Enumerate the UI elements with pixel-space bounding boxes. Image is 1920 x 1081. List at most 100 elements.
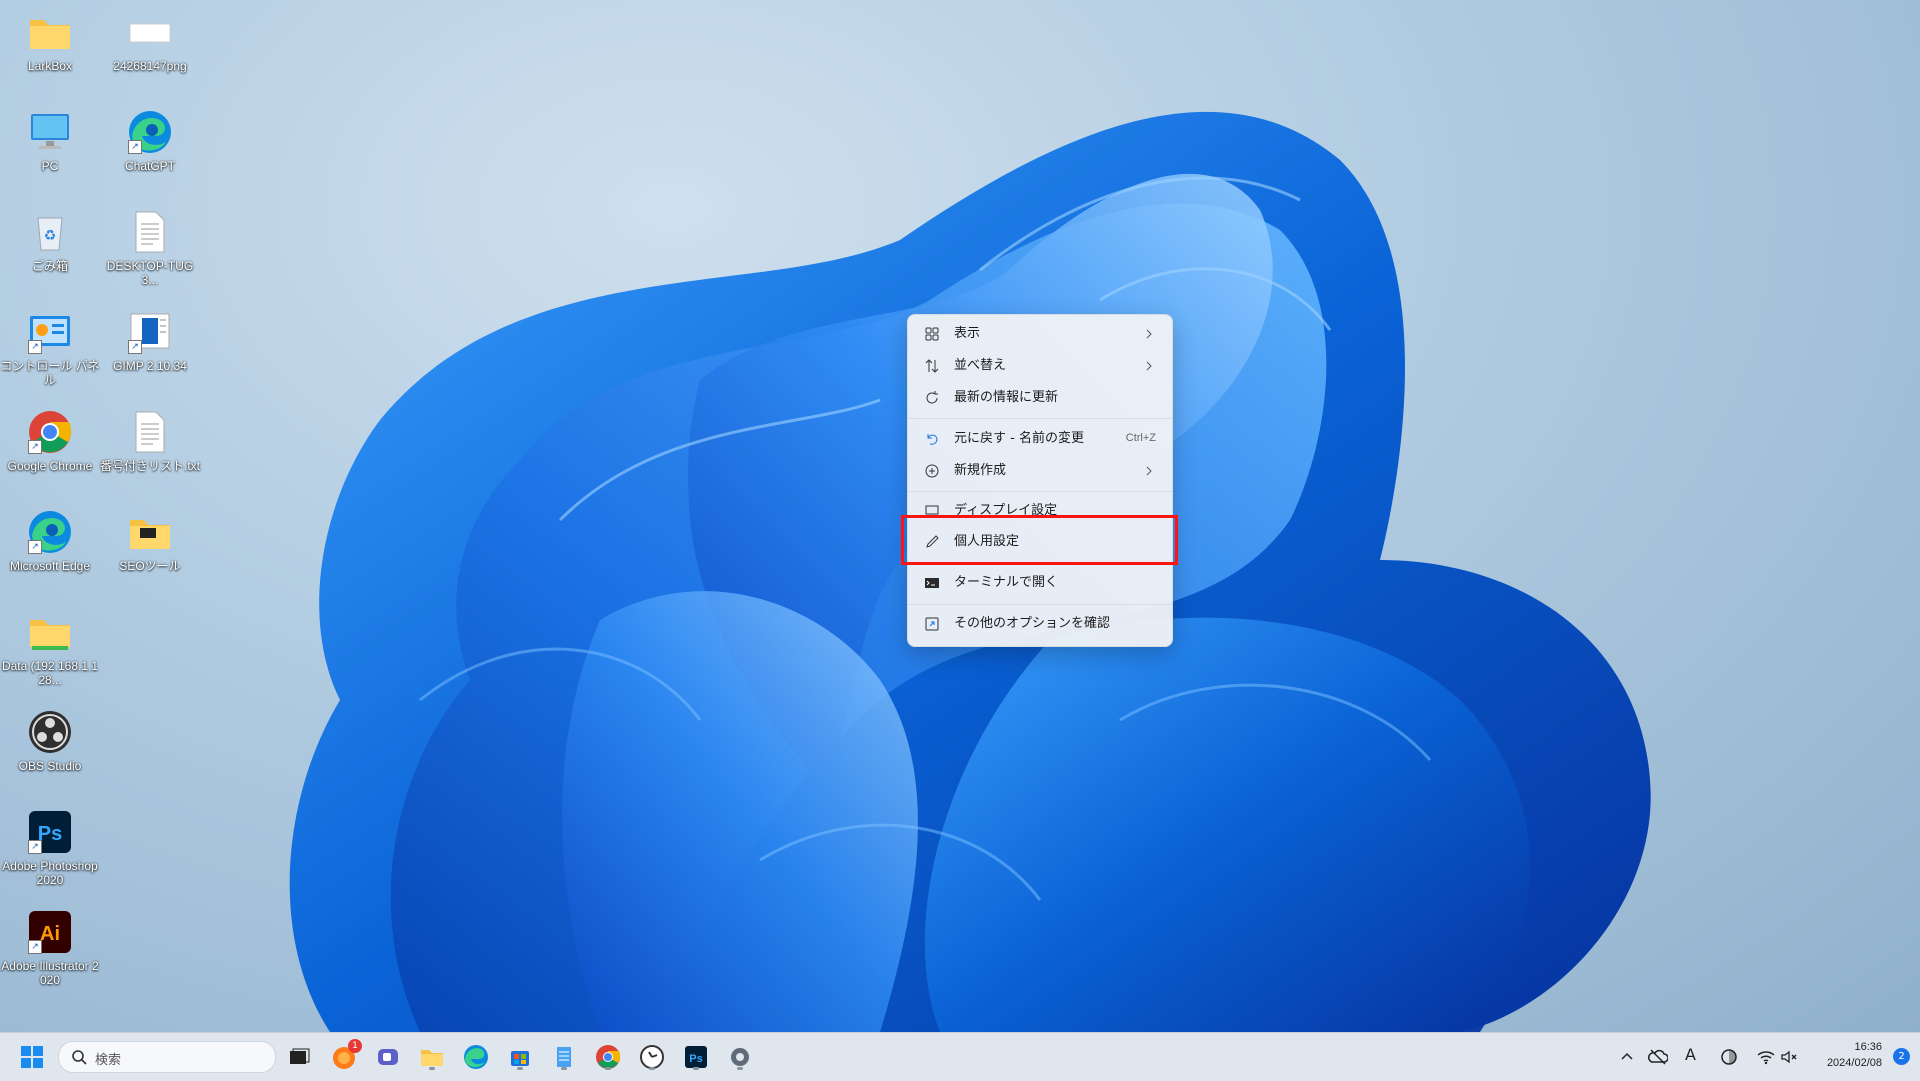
chevron-right-icon xyxy=(1146,329,1152,339)
desktop-icon-pc[interactable]: PC xyxy=(0,108,100,173)
shortcut-arrow-icon: ↗ xyxy=(128,340,142,354)
running-indicator xyxy=(737,1067,743,1070)
desktop-icon-label: DESKTOP-TUG3... xyxy=(106,259,194,287)
taskbar-search[interactable]: 検索 xyxy=(58,1041,276,1073)
edge-icon: ↗ xyxy=(126,108,174,156)
menu-item-label: ターミナルで開く xyxy=(954,575,1059,590)
more-options-icon xyxy=(925,617,939,631)
widgets-icon xyxy=(290,1048,310,1064)
desktop-icon-illustrator[interactable]: Ai ↗ Adobe Illustrator 2020 xyxy=(0,908,100,987)
desktop-icon-obs[interactable]: OBS Studio xyxy=(0,708,100,773)
desktop-icon-control-panel[interactable]: ↗ コントロール パネル xyxy=(0,308,100,387)
menu-item-open-terminal[interactable]: ターミナルで開く xyxy=(912,568,1168,598)
menu-separator xyxy=(908,418,1172,419)
taskbar-settings[interactable] xyxy=(724,1041,756,1073)
menu-item-label: 新規作成 xyxy=(954,463,1007,478)
desktop-icon-label: SEOツール xyxy=(119,559,181,573)
running-indicator xyxy=(693,1067,699,1070)
desktop-icon-label: GIMP 2.10.34 xyxy=(113,359,187,373)
taskbar-edge[interactable] xyxy=(460,1041,492,1073)
taskbar-teams[interactable] xyxy=(372,1041,404,1073)
text-file-icon xyxy=(126,208,174,256)
ime-indicator[interactable]: A xyxy=(1685,1045,1696,1064)
notification-count-badge[interactable]: 2 xyxy=(1893,1048,1910,1065)
menu-item-new[interactable]: 新規作成 xyxy=(912,456,1168,486)
taskbar-store[interactable] xyxy=(504,1041,536,1073)
volume-muted-icon[interactable] xyxy=(1780,1049,1798,1065)
desktop-icon-label: Data (192.168.1.128... xyxy=(1,659,99,687)
desktop-icon-chrome[interactable]: ↗ Google Chrome xyxy=(0,408,100,473)
desktop-icon-desktop-file[interactable]: DESKTOP-TUG3... xyxy=(100,208,200,287)
taskbar-file-explorer[interactable] xyxy=(416,1041,448,1073)
desktop-icon-seo-folder[interactable]: SEOツール xyxy=(100,508,200,573)
desktop-icon-label: ChatGPT xyxy=(124,159,175,173)
menu-item-refresh[interactable]: 最新の情報に更新 xyxy=(912,383,1168,413)
desktop-context-menu: 表示 並べ替え 最新の情報に更新 元に戻す - 名前の変更 Ctrl+Z 新規作… xyxy=(907,314,1173,647)
desktop-icon-recycle-bin[interactable]: ♻ ごみ箱 xyxy=(0,208,100,273)
taskbar-notepad[interactable] xyxy=(548,1041,580,1073)
folder-icon xyxy=(26,8,74,56)
desktop-icon-label: LarkBox xyxy=(27,59,73,73)
desktop-icon-data-share[interactable]: Data (192.168.1.128... xyxy=(0,608,100,687)
menu-item-label: 最新の情報に更新 xyxy=(954,390,1059,405)
control-panel-icon: ↗ xyxy=(26,308,74,356)
refresh-icon xyxy=(926,391,938,404)
svg-text:Ai: Ai xyxy=(40,923,60,945)
desktop-icon-photoshop[interactable]: Ps ↗ Adobe Photoshop 2020 xyxy=(0,808,100,887)
desktop[interactable]: LarkBox PC ♻ ごみ箱 ↗ コントロール パネル ↗ Google C… xyxy=(0,0,1920,1032)
menu-item-more-options[interactable]: その他のオプションを確認 xyxy=(912,609,1168,639)
network-folder-icon xyxy=(26,608,74,656)
shortcut-arrow-icon: ↗ xyxy=(28,340,42,354)
grid-icon xyxy=(925,327,939,341)
desktop-icon-label: ごみ箱 xyxy=(31,259,68,273)
running-indicator xyxy=(517,1067,523,1070)
desktop-icon-label: Adobe Photoshop 2020 xyxy=(2,859,98,887)
desktop-icon-larkbox[interactable]: LarkBox xyxy=(0,8,100,73)
taskbar-firefox[interactable]: 1 xyxy=(328,1039,362,1073)
undo-icon xyxy=(927,434,938,445)
running-indicator xyxy=(429,1067,435,1070)
image-file-icon xyxy=(126,8,174,56)
gimp-icon: ↗ xyxy=(126,308,174,356)
desktop-icon-edge[interactable]: ↗ Microsoft Edge xyxy=(0,508,100,573)
windows-logo-icon xyxy=(21,1046,43,1068)
clock-date: 2024/02/08 xyxy=(1826,1057,1882,1069)
menu-separator xyxy=(908,491,1172,492)
menu-item-shortcut: Ctrl+Z xyxy=(1125,432,1156,444)
chevron-up-icon[interactable] xyxy=(1620,1050,1634,1064)
teams-icon xyxy=(378,1049,398,1065)
shortcut-arrow-icon: ↗ xyxy=(28,540,42,554)
wifi-icon[interactable] xyxy=(1757,1049,1775,1065)
monitor-icon xyxy=(26,108,74,156)
terminal-icon xyxy=(925,578,939,588)
task-view-button[interactable] xyxy=(283,1041,315,1073)
taskbar-chrome[interactable] xyxy=(592,1041,624,1073)
notification-badge: 1 xyxy=(348,1039,362,1053)
shortcut-arrow-icon: ↗ xyxy=(128,140,142,154)
desktop-icon-chatgpt[interactable]: ↗ ChatGPT xyxy=(100,108,200,173)
desktop-icon-label: 番号付きリスト.txt xyxy=(100,459,201,473)
start-button[interactable] xyxy=(16,1041,48,1073)
taskbar-clock-app[interactable] xyxy=(636,1041,668,1073)
desktop-icon-png-file[interactable]: 24268147png xyxy=(100,8,200,73)
search-placeholder: 検索 xyxy=(95,1053,122,1068)
desktop-icon-label: Adobe Illustrator 2020 xyxy=(1,959,99,987)
chevron-right-icon xyxy=(1146,466,1152,476)
running-indicator xyxy=(649,1067,655,1070)
shortcut-arrow-icon: ↗ xyxy=(28,440,42,454)
menu-item-view[interactable]: 表示 xyxy=(912,319,1168,349)
system-clock[interactable]: 16:36 2024/02/08 xyxy=(1827,1039,1882,1071)
desktop-icon-gimp[interactable]: ↗ GIMP 2.10.34 xyxy=(100,308,200,373)
moon-icon[interactable] xyxy=(1720,1048,1738,1066)
shortcut-arrow-icon: ↗ xyxy=(28,940,42,954)
menu-item-sort[interactable]: 並べ替え xyxy=(912,351,1168,381)
onedrive-offline-icon[interactable] xyxy=(1648,1048,1668,1066)
taskbar-photoshop[interactable]: Ps xyxy=(680,1041,712,1073)
edge-icon xyxy=(464,1045,488,1069)
menu-item-undo-rename[interactable]: 元に戻す - 名前の変更 Ctrl+Z xyxy=(912,424,1168,454)
desktop-icon-txt-file[interactable]: 番号付きリスト.txt xyxy=(100,408,200,473)
shortcut-arrow-icon: ↗ xyxy=(28,840,42,854)
running-indicator xyxy=(605,1067,611,1070)
desktop-icon-label: Google Chrome xyxy=(7,459,93,473)
running-indicator xyxy=(561,1067,567,1070)
